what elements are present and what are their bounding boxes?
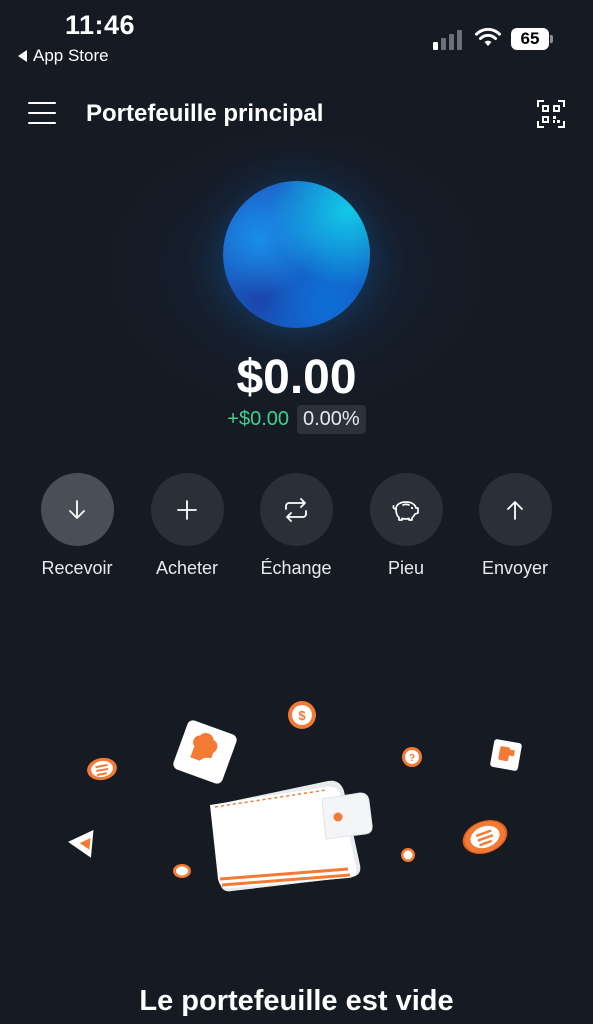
stake-circle[interactable] bbox=[369, 473, 443, 546]
large-coin-icon bbox=[462, 820, 508, 854]
arrow-down-icon bbox=[69, 499, 85, 519]
arrow-up-icon bbox=[507, 500, 523, 520]
svg-text:?: ? bbox=[409, 753, 415, 764]
send-circle[interactable] bbox=[478, 473, 552, 546]
change-percent-badge: 0.00% bbox=[297, 405, 366, 434]
cellular-signal-icon bbox=[433, 30, 462, 50]
swap-button[interactable]: Échange bbox=[241, 473, 351, 579]
coin-stripes-icon bbox=[87, 757, 117, 781]
wallet-icon bbox=[210, 780, 373, 892]
back-triangle-icon bbox=[18, 50, 27, 62]
swap-icon bbox=[285, 497, 307, 522]
coin-icon: $ bbox=[288, 701, 316, 729]
swap-circle[interactable] bbox=[259, 473, 333, 546]
receive-button[interactable]: Recevoir bbox=[22, 473, 132, 579]
battery-tip bbox=[550, 35, 553, 43]
tiny-coin-icon bbox=[401, 848, 415, 862]
buy-circle[interactable] bbox=[150, 473, 224, 546]
balance-change: +$0.00 0.00% bbox=[0, 405, 593, 434]
send-button[interactable]: Envoyer bbox=[460, 473, 570, 579]
send-label: Envoyer bbox=[481, 558, 549, 578]
wallet-avatar-orb bbox=[223, 181, 370, 328]
back-link-label: App Store bbox=[33, 46, 109, 65]
receive-circle[interactable] bbox=[40, 473, 114, 546]
stake-label: Pieu bbox=[387, 558, 425, 578]
wallet-screen: 11:46 App Store 65 Portefeuille principa… bbox=[0, 0, 593, 1024]
empty-wallet-message: Le portefeuille est vide bbox=[139, 985, 454, 1017]
buy-label: Acheter bbox=[155, 558, 219, 578]
token-card-small-icon bbox=[490, 739, 522, 771]
question-coin-icon: ? bbox=[402, 747, 422, 767]
change-amount: +$0.00 bbox=[227, 408, 289, 430]
total-balance: $0.00 bbox=[236, 351, 357, 404]
menu-button[interactable] bbox=[28, 100, 58, 126]
svg-text:$: $ bbox=[298, 708, 306, 723]
stake-button[interactable]: Pieu bbox=[351, 473, 461, 579]
qr-scan-icon[interactable] bbox=[537, 100, 565, 128]
empty-wallet-illustration: $ ? bbox=[68, 701, 522, 892]
piggy-bank-icon bbox=[392, 500, 419, 521]
status-time: 11:46 bbox=[65, 10, 136, 40]
receive-label: Recevoir bbox=[41, 558, 113, 578]
swap-label: Échange bbox=[260, 558, 332, 578]
small-coin-icon bbox=[173, 864, 191, 878]
buy-button[interactable]: Acheter bbox=[132, 473, 242, 579]
plus-icon bbox=[177, 499, 197, 520]
token-card-triangle-icon bbox=[68, 830, 94, 858]
wifi-icon bbox=[475, 27, 501, 46]
back-to-app-store-link[interactable]: App Store bbox=[18, 46, 109, 66]
battery-indicator: 65 bbox=[511, 28, 549, 50]
token-card-icon bbox=[173, 720, 237, 784]
wallet-title[interactable]: Portefeuille principal bbox=[86, 100, 323, 128]
